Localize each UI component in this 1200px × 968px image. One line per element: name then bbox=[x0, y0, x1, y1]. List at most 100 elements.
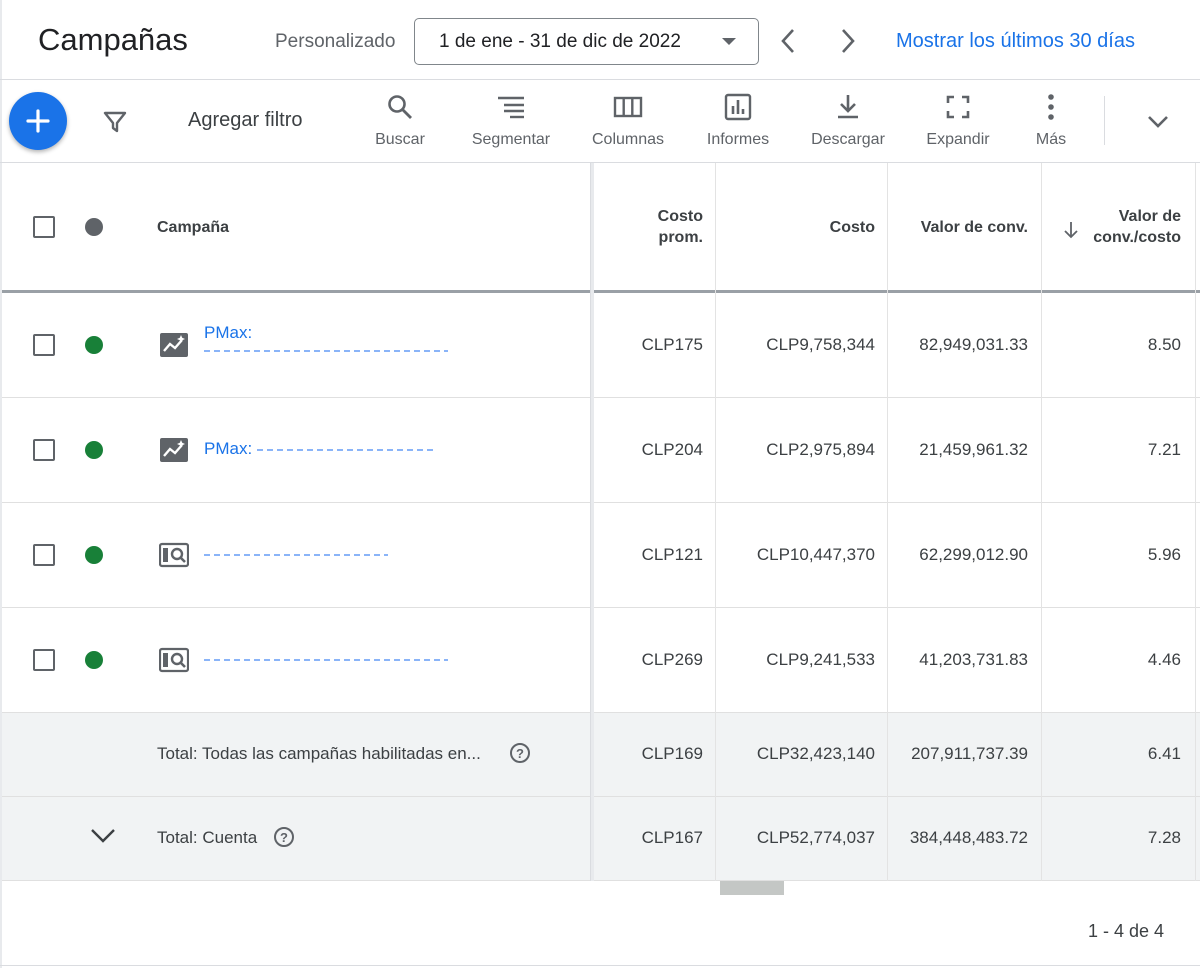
redacted-campaign-name bbox=[204, 343, 454, 357]
more-vert-icon bbox=[1048, 94, 1054, 120]
select-all-checkbox[interactable] bbox=[33, 216, 55, 238]
add-filter-input[interactable]: Agregar filtro bbox=[188, 109, 303, 132]
sort-descending-icon[interactable] bbox=[1062, 221, 1080, 239]
expand-tool-button[interactable]: Expandir bbox=[920, 92, 996, 154]
date-range-value: 1 de ene - 31 de dic de 2022 bbox=[439, 31, 681, 52]
campaigns-table: Campaña Costo prom. Costo Valor de conv.… bbox=[2, 163, 1200, 881]
search-tool-button[interactable]: Buscar bbox=[372, 92, 428, 154]
avg-cost-header-line2: prom. bbox=[658, 229, 703, 246]
avg-cost-cell: CLP121 bbox=[641, 545, 703, 564]
column-header-conv-value[interactable]: Valor de conv. bbox=[895, 217, 1028, 238]
campaign-name-link[interactable]: PMax: bbox=[204, 323, 454, 357]
campaign-name-link[interactable]: PMax: bbox=[204, 439, 454, 459]
column-divider bbox=[1195, 163, 1196, 881]
column-divider bbox=[715, 163, 716, 881]
download-tool-label: Descargar bbox=[811, 131, 885, 148]
chevron-down-icon[interactable] bbox=[1145, 108, 1171, 134]
bottom-border bbox=[0, 965, 1200, 966]
total-conv-value-cost-cell: 6.41 bbox=[1147, 744, 1181, 763]
header-divider bbox=[2, 290, 1200, 293]
status-enabled-dot bbox=[85, 546, 103, 564]
campaign-name: PMax: bbox=[204, 323, 253, 342]
row-divider bbox=[2, 502, 1200, 503]
row-checkbox[interactable] bbox=[33, 334, 55, 356]
status-enabled-dot bbox=[85, 441, 103, 459]
row-divider bbox=[2, 880, 1200, 881]
redacted-campaign-name bbox=[204, 658, 448, 661]
row-divider bbox=[2, 607, 1200, 608]
help-icon[interactable]: ? bbox=[510, 743, 530, 763]
redacted-campaign-name bbox=[204, 553, 388, 556]
help-icon[interactable]: ? bbox=[274, 827, 294, 847]
conv-value-cost-cell: 7.21 bbox=[1147, 440, 1181, 459]
chevron-right-icon bbox=[842, 29, 855, 53]
page-title: Campañas bbox=[38, 22, 188, 57]
total-enabled-campaigns-label: Total: Todas las campañas habilitadas en… bbox=[157, 744, 481, 763]
reports-icon bbox=[724, 93, 752, 121]
column-divider bbox=[1041, 163, 1042, 881]
redacted-campaign-name bbox=[256, 448, 437, 451]
column-header-avg-cost[interactable]: Costo prom. bbox=[612, 206, 703, 248]
search-campaign-icon bbox=[159, 647, 189, 673]
total-avg-cost-cell: CLP169 bbox=[641, 744, 703, 763]
dropdown-arrow-icon bbox=[722, 38, 736, 45]
horizontal-scrollbar-thumb[interactable] bbox=[720, 881, 784, 895]
show-last-30-days-link[interactable]: Mostrar los últimos 30 días bbox=[896, 30, 1135, 53]
column-header-campaign[interactable]: Campaña bbox=[157, 217, 229, 238]
date-range-selector[interactable]: 1 de ene - 31 de dic de 2022 bbox=[414, 18, 759, 65]
avg-cost-header-line1: Costo bbox=[657, 208, 703, 225]
pagination-summary: 1 - 4 de 4 bbox=[1087, 921, 1164, 941]
reports-tool-button[interactable]: Informes bbox=[700, 92, 776, 154]
conv-value-cost-cell: 4.46 bbox=[1147, 650, 1181, 669]
column-header-conv-value-cost[interactable]: Valor de conv./costo bbox=[1082, 206, 1181, 248]
performance-max-icon bbox=[160, 438, 188, 462]
conv-value-cell: 21,459,961.32 bbox=[919, 440, 1028, 459]
columns-tool-label: Columnas bbox=[591, 131, 665, 148]
search-tool-label: Buscar bbox=[375, 131, 425, 148]
filter-icon[interactable] bbox=[102, 109, 128, 135]
toolbar: Agregar filtro Buscar Segmentar Columnas… bbox=[0, 80, 1200, 163]
total-conv-value-cell: 384,448,483.72 bbox=[909, 828, 1028, 847]
conv-value-cost-cell: 5.96 bbox=[1147, 545, 1181, 564]
frozen-column-divider bbox=[590, 163, 594, 881]
campaign-name: PMax: bbox=[204, 439, 253, 458]
segment-icon bbox=[498, 96, 524, 119]
expand-tool-label: Expandir bbox=[926, 131, 990, 148]
row-checkbox[interactable] bbox=[33, 544, 55, 566]
download-tool-button[interactable]: Descargar bbox=[806, 92, 890, 154]
date-preset-label: Personalizado bbox=[275, 31, 396, 52]
search-campaign-icon bbox=[159, 542, 189, 568]
row-checkbox[interactable] bbox=[33, 649, 55, 671]
more-tool-button[interactable]: Más bbox=[1030, 92, 1072, 154]
columns-icon bbox=[613, 96, 643, 118]
conv-value-cost-cell: 8.50 bbox=[1147, 335, 1181, 354]
next-period-button[interactable] bbox=[834, 26, 862, 56]
chevron-left-icon bbox=[781, 29, 794, 53]
performance-max-icon bbox=[160, 333, 188, 357]
total-cost-cell: CLP32,423,140 bbox=[756, 744, 875, 763]
expand-icon bbox=[946, 95, 970, 119]
cost-cell: CLP9,758,344 bbox=[766, 335, 875, 354]
segment-tool-button[interactable]: Segmentar bbox=[466, 92, 556, 154]
total-avg-cost-cell: CLP167 bbox=[641, 828, 703, 847]
previous-period-button[interactable] bbox=[774, 26, 802, 56]
chevron-down-icon[interactable] bbox=[90, 825, 116, 845]
cost-cell: CLP2,975,894 bbox=[766, 440, 875, 459]
create-button[interactable] bbox=[9, 92, 67, 150]
row-divider bbox=[2, 712, 1200, 713]
column-header-cost[interactable]: Costo bbox=[732, 217, 875, 238]
row-checkbox[interactable] bbox=[33, 439, 55, 461]
row-divider bbox=[2, 796, 1200, 797]
avg-cost-cell: CLP204 bbox=[641, 440, 703, 459]
campaign-name-link[interactable] bbox=[204, 649, 454, 669]
column-divider bbox=[887, 163, 888, 881]
campaign-name-link[interactable] bbox=[204, 544, 454, 564]
total-account-label: Total: Cuenta bbox=[157, 828, 258, 847]
columns-tool-button[interactable]: Columnas bbox=[586, 92, 670, 154]
download-icon bbox=[838, 95, 858, 119]
toolbar-divider bbox=[1104, 96, 1105, 145]
conv-value-cost-header-line2: conv./costo bbox=[1093, 229, 1181, 246]
total-cost-cell: CLP52,774,037 bbox=[756, 828, 875, 847]
conv-value-cell: 41,203,731.83 bbox=[919, 650, 1028, 669]
cost-cell: CLP10,447,370 bbox=[756, 545, 875, 564]
